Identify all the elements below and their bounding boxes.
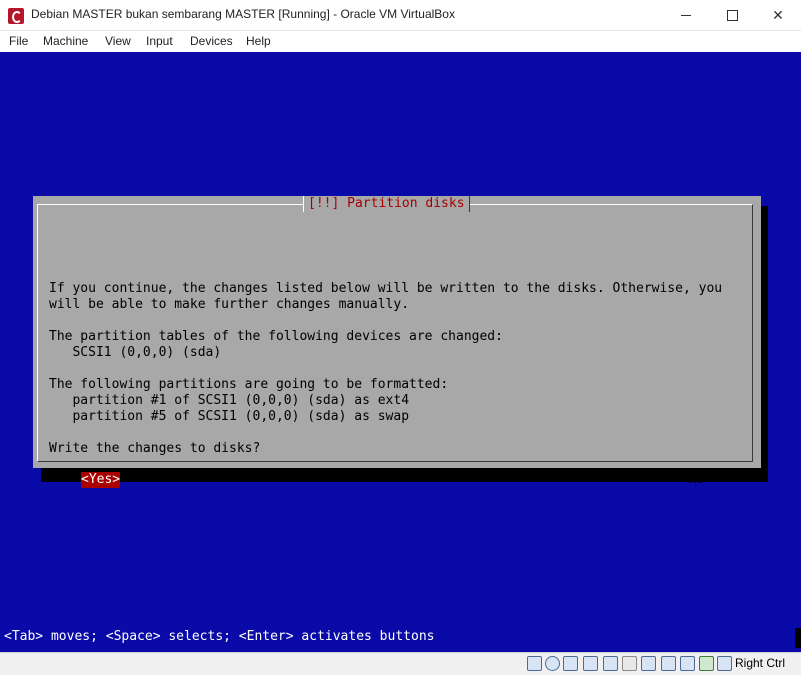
screen-edge: [795, 628, 801, 648]
menu-input[interactable]: Input: [146, 34, 173, 48]
mouse-integration-icon[interactable]: [699, 656, 714, 671]
vm-display[interactable]: [!!] Partition disks If you continue, th…: [0, 52, 801, 652]
status-bar: Right Ctrl: [0, 652, 801, 675]
menu-devices[interactable]: Devices: [190, 34, 233, 48]
keyboard-icon[interactable]: [717, 656, 732, 671]
yes-button[interactable]: <Yes>: [81, 472, 121, 488]
dialog-line: The following partitions are going to be…: [49, 377, 449, 392]
dialog-line: partition #1 of SCSI1 (0,0,0) (sda) as e…: [49, 393, 410, 408]
dialog-question: Write the changes to disks?: [49, 441, 261, 456]
video-capture-icon[interactable]: [661, 656, 676, 671]
maximize-icon: [726, 9, 738, 21]
audio-icon[interactable]: [563, 656, 578, 671]
optical-drive-icon[interactable]: [545, 656, 560, 671]
menu-bar: File Machine View Input Devices Help: [0, 31, 801, 52]
help-line: <Tab> moves; <Space> selects; <Enter> ac…: [4, 629, 435, 644]
usb-icon[interactable]: [603, 656, 618, 671]
menu-view[interactable]: View: [105, 34, 131, 48]
close-icon: ✕: [772, 6, 784, 23]
cpu-icon[interactable]: [680, 656, 695, 671]
minimize-icon: [681, 14, 691, 16]
dialog-title: [!!] Partition disks: [303, 196, 470, 212]
menu-help[interactable]: Help: [246, 34, 271, 48]
dialog-line: will be able to make further changes man…: [49, 297, 410, 312]
minimize-button[interactable]: [663, 0, 709, 30]
hard-disk-icon[interactable]: [527, 656, 542, 671]
dialog-line: partition #5 of SCSI1 (0,0,0) (sda) as s…: [49, 409, 410, 424]
maximize-button[interactable]: [709, 0, 755, 30]
dialog-line: If you continue, the changes listed belo…: [49, 281, 723, 296]
partition-dialog: [!!] Partition disks If you continue, th…: [33, 196, 761, 488]
menu-machine[interactable]: Machine: [43, 34, 88, 48]
menu-file[interactable]: File: [9, 34, 28, 48]
title-bar: Debian MASTER bukan sembarang MASTER [Ru…: [0, 0, 801, 31]
display-icon[interactable]: [641, 656, 656, 671]
dialog-line: SCSI1 (0,0,0) (sda): [49, 345, 222, 360]
network-icon[interactable]: [583, 656, 598, 671]
dialog-line: The partition tables of the following de…: [49, 329, 503, 344]
window-title: Debian MASTER bukan sembarang MASTER [Ru…: [31, 7, 455, 21]
no-button[interactable]: <No>: [681, 472, 712, 488]
close-button[interactable]: ✕: [755, 0, 801, 30]
shared-folders-icon[interactable]: [622, 656, 637, 671]
virtualbox-icon: [8, 8, 24, 24]
host-key-label: Right Ctrl: [735, 656, 786, 670]
